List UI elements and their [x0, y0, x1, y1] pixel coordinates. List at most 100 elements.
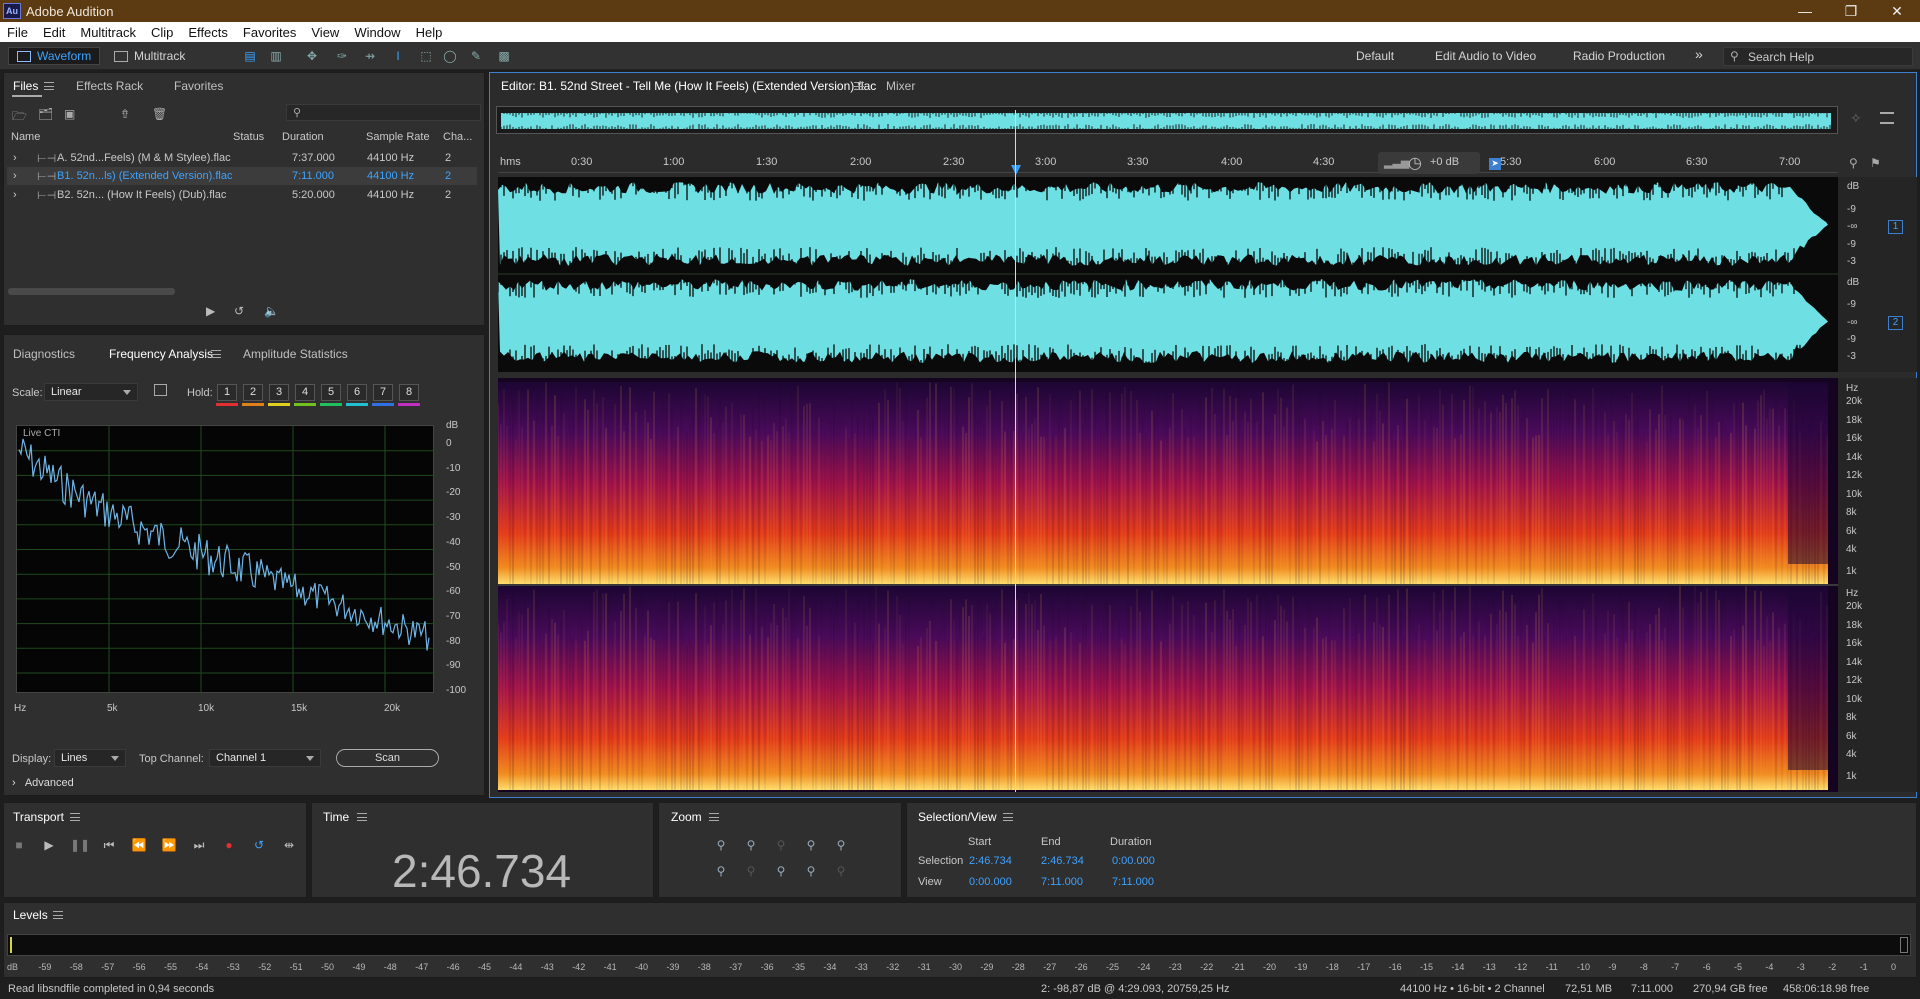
record-icon[interactable]: ●	[220, 838, 238, 854]
files-panel-menu-icon[interactable]	[44, 82, 54, 90]
file-row[interactable]: › ⊢⊣ A. 52nd...Feels) (M & M Stylee).fla…	[7, 149, 477, 167]
menu-edit[interactable]: Edit	[36, 25, 73, 40]
razor-tool-icon[interactable]: ✑	[334, 48, 350, 64]
insert-into-multitrack-icon[interactable]: ⇮	[120, 107, 130, 121]
gain-knob-icon[interactable]: ◷	[1408, 153, 1422, 173]
clip-indicator[interactable]	[1900, 937, 1908, 953]
zoom-in-amplitude-icon[interactable]: ⚲	[712, 838, 730, 854]
spectral-display[interactable]	[497, 378, 1838, 792]
open-file-icon[interactable]: 🗁	[12, 107, 27, 128]
tab-favorites[interactable]: Favorites	[174, 79, 223, 93]
spot-healing-tool-icon[interactable]: ▩	[496, 48, 512, 64]
play-icon[interactable]: ▶	[40, 838, 58, 854]
view-start-field[interactable]: 0:00.000	[969, 876, 1012, 888]
time-menu-icon[interactable]	[357, 813, 367, 821]
channel-1-toggle[interactable]: 1	[1888, 220, 1903, 234]
fast-forward-icon[interactable]: ⏩	[160, 838, 178, 854]
spectral-pitch-icon[interactable]: ▥	[268, 48, 284, 64]
move-tool-icon[interactable]: ✥	[304, 48, 320, 64]
channel-2-toggle[interactable]: 2	[1888, 316, 1903, 330]
expand-icon[interactable]: ›	[13, 152, 17, 164]
zoom-reset-icon[interactable]: ⚲	[832, 864, 850, 880]
selection-menu-icon[interactable]	[1003, 813, 1013, 821]
slip-tool-icon[interactable]: ⇸	[362, 48, 378, 64]
restore-icon[interactable]: ❐	[1828, 0, 1874, 22]
multitrack-view-button[interactable]: Multitrack	[114, 47, 185, 65]
menu-window[interactable]: Window	[347, 25, 408, 40]
hold-1-button[interactable]: 1	[217, 384, 237, 401]
top-channel-select[interactable]: Channel 1	[209, 749, 321, 767]
workspace-default[interactable]: Default	[1356, 49, 1394, 63]
editor-panel-menu-icon[interactable]	[854, 82, 864, 90]
lasso-tool-icon[interactable]: ◯	[442, 48, 458, 64]
tab-editor[interactable]: Editor: B1. 52nd Street - Tell Me (How I…	[501, 79, 876, 93]
timecode-icon[interactable]: ⚲	[1849, 156, 1858, 170]
skip-to-end-icon[interactable]: ⏭	[190, 838, 208, 854]
rewind-icon[interactable]: ⏪	[130, 838, 148, 854]
spectral-frequency-icon[interactable]: ▤	[242, 48, 258, 64]
playhead-line[interactable]	[1015, 110, 1016, 792]
new-file-icon[interactable]: ▣	[64, 107, 75, 121]
loop-playback-icon[interactable]: ↺	[250, 838, 268, 854]
pin-hud-icon[interactable]: ➤	[1489, 158, 1501, 170]
workspace-overflow-button[interactable]: »	[1695, 46, 1703, 62]
hud-gain[interactable]: ▂▃▅ ◷ +0 dB	[1378, 152, 1480, 174]
hold-8-button[interactable]: 8	[399, 384, 419, 401]
skip-selection-icon[interactable]: ⇹	[280, 838, 298, 854]
overview-bar[interactable]	[496, 106, 1838, 134]
time-display[interactable]: 2:46.734	[392, 844, 571, 898]
zoom-settings-icon[interactable]: ✧	[1850, 110, 1862, 127]
analysis-panel-menu-icon[interactable]	[211, 350, 221, 358]
waveform-display[interactable]	[497, 177, 1838, 372]
play-preview-icon[interactable]: ▶	[206, 304, 215, 318]
selection-duration-field[interactable]: 0:00.000	[1112, 855, 1155, 867]
view-duration-field[interactable]: 7:11.000	[1112, 876, 1154, 888]
menu-file[interactable]: File	[0, 25, 36, 40]
workspace-edit-audio-to-video[interactable]: Edit Audio to Video	[1435, 49, 1536, 63]
search-help-input[interactable]: ⚲ Search Help	[1723, 47, 1913, 66]
column-name[interactable]: Name	[11, 131, 40, 143]
menu-favorites[interactable]: Favorites	[236, 25, 304, 40]
zoom-in-edges-icon[interactable]: ⚲	[772, 864, 790, 880]
hold-4-button[interactable]: 4	[295, 384, 315, 401]
selection-start-field[interactable]: 2:46.734	[969, 855, 1012, 867]
hold-2-button[interactable]: 2	[243, 384, 263, 401]
marker-icon[interactable]: ⚑	[1870, 156, 1881, 170]
hold-3-button[interactable]: 3	[269, 384, 289, 401]
brush-tool-icon[interactable]: ✎	[468, 48, 484, 64]
zoom-out-edges-icon[interactable]: ⚲	[802, 864, 820, 880]
snapshot-icon[interactable]	[154, 384, 167, 396]
tab-mixer[interactable]: Mixer	[886, 79, 915, 93]
tab-files[interactable]: Files	[13, 79, 38, 93]
scan-button[interactable]: Scan	[336, 749, 439, 767]
loop-preview-icon[interactable]: ↺	[234, 304, 244, 318]
marquee-tool-icon[interactable]: ⬚	[418, 48, 434, 64]
column-sample-rate[interactable]: Sample Rate	[366, 131, 430, 143]
files-scrollbar[interactable]	[8, 288, 175, 295]
skip-to-start-icon[interactable]: ⏮	[100, 838, 118, 854]
display-options-icon[interactable]	[1880, 112, 1894, 124]
hold-6-button[interactable]: 6	[347, 384, 367, 401]
pause-icon[interactable]: ❚❚	[70, 838, 90, 854]
column-status[interactable]: Status	[233, 131, 264, 143]
time-selection-tool-icon[interactable]: I	[390, 48, 406, 64]
zoom-out-amplitude-icon[interactable]: ⚲	[742, 838, 760, 854]
file-row[interactable]: › ⊢⊣ B2. 52n... (How It Feels) (Dub).fla…	[7, 186, 477, 204]
levels-menu-icon[interactable]	[53, 911, 63, 919]
column-duration[interactable]: Duration	[282, 131, 324, 143]
display-select[interactable]: Lines	[54, 749, 126, 767]
workspace-radio-production[interactable]: Radio Production	[1573, 49, 1665, 63]
menu-help[interactable]: Help	[409, 25, 451, 40]
auto-play-icon[interactable]: 🔈	[264, 304, 279, 318]
menu-multitrack[interactable]: Multitrack	[73, 25, 144, 40]
file-row-selected[interactable]: › ⊢⊣ B1. 52n...ls) (Extended Version).fl…	[7, 167, 477, 185]
stop-icon[interactable]: ■	[10, 838, 28, 854]
column-channels[interactable]: Cha...	[443, 131, 472, 143]
view-end-field[interactable]: 7:11.000	[1041, 876, 1083, 888]
hold-7-button[interactable]: 7	[373, 384, 393, 401]
zoom-out-full-icon[interactable]: ⚲	[832, 838, 850, 854]
menu-clip[interactable]: Clip	[144, 25, 181, 40]
zoom-menu-icon[interactable]	[709, 813, 719, 821]
zoom-to-selection-icon[interactable]: ⚲	[742, 864, 760, 880]
waveform-view-button[interactable]: Waveform	[8, 47, 101, 65]
